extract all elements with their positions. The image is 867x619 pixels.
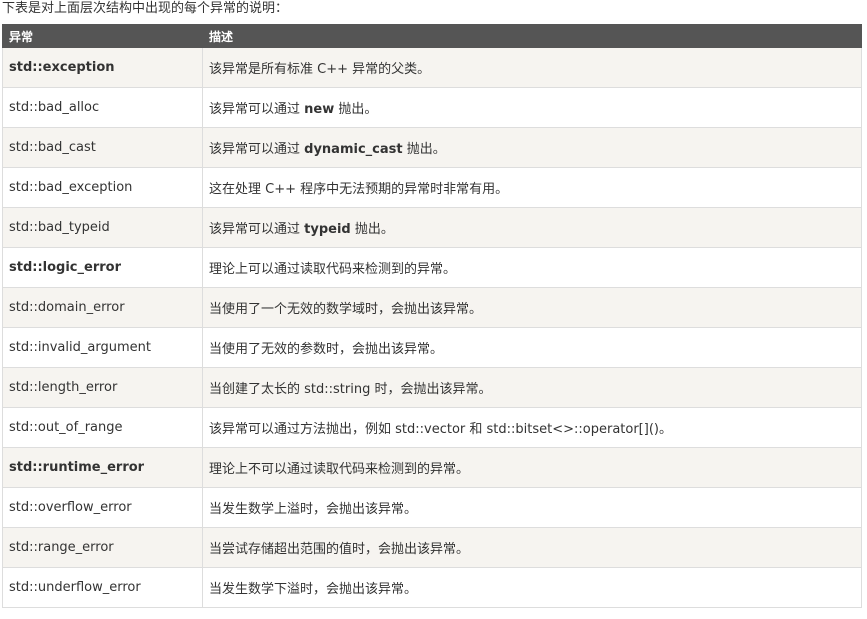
exception-name: std::bad_cast <box>9 140 96 155</box>
description-text: 当尝试存储超出范围的值时，会抛出该异常。 <box>209 542 470 557</box>
exception-name: std::bad_exception <box>9 180 133 195</box>
exception-description-cell: 当发生数学上溢时，会抛出该异常。 <box>202 487 862 528</box>
description-text: 该异常可以通过 <box>209 142 305 157</box>
exception-description-cell: 理论上可以通过读取代码来检测到的异常。 <box>202 247 862 288</box>
exception-name-cell: std::range_error <box>2 527 203 568</box>
header-description: 描述 <box>202 24 862 48</box>
exception-name: std::invalid_argument <box>9 340 151 355</box>
description-text: 该异常可以通过方法抛出，例如 std::vector 和 std::bitset… <box>209 422 672 437</box>
exception-name: std::domain_error <box>9 300 125 315</box>
description-text: 该异常可以通过 <box>209 102 305 117</box>
exception-name-cell: std::underflow_error <box>2 567 203 608</box>
table-body: std::exception 该异常是所有标准 C++ 异常的父类。std::ba… <box>2 47 862 608</box>
table-row: std::bad_alloc 该异常可以通过 new 抛出。 <box>2 87 862 128</box>
exception-name-cell: std::bad_exception <box>2 167 203 208</box>
exception-description-cell: 该异常可以通过 typeid 抛出。 <box>202 207 862 248</box>
table-row: std::range_error 当尝试存储超出范围的值时，会抛出该异常。 <box>2 527 862 568</box>
header-row: 异常 描述 <box>2 24 862 48</box>
exception-table: 异常 描述 std::exception 该异常是所有标准 C++ 异常的父类。 s… <box>2 24 862 608</box>
table-row: std::runtime_error 理论上不可以通过读取代码来检测到的异常。 <box>2 447 862 488</box>
description-text: 当使用了无效的参数时，会抛出该异常。 <box>209 342 444 357</box>
table-row: std::bad_cast 该异常可以通过 dynamic_cast 抛出。 <box>2 127 862 168</box>
exception-description-cell: 当发生数学下溢时，会抛出该异常。 <box>202 567 862 608</box>
exception-name: std::bad_typeid <box>9 220 110 235</box>
exception-description-cell: 当创建了太长的 std::string 时，会抛出该异常。 <box>202 367 862 408</box>
description-keyword: typeid <box>304 222 351 237</box>
exception-name-cell: std::bad_alloc <box>2 87 203 128</box>
table-header: 异常 描述 <box>2 24 862 48</box>
exception-name-cell: std::runtime_error <box>2 447 203 488</box>
exception-description-cell: 该异常可以通过 new 抛出。 <box>202 87 862 128</box>
description-keyword: new <box>304 102 335 117</box>
table-row: std::bad_typeid 该异常可以通过 typeid 抛出。 <box>2 207 862 248</box>
table-row: std::bad_exception 这在处理 C++ 程序中无法预期的异常时非常… <box>2 167 862 208</box>
exception-name-cell: std::exception <box>2 47 203 88</box>
exception-name-cell: std::length_error <box>2 367 203 408</box>
description-text-suffix: 抛出。 <box>350 222 394 237</box>
exception-name-cell: std::invalid_argument <box>2 327 203 368</box>
table-row: std::underflow_error 当发生数学下溢时，会抛出该异常。 <box>2 567 862 608</box>
exception-description-cell: 这在处理 C++ 程序中无法预期的异常时非常有用。 <box>202 167 862 208</box>
description-text-suffix: 抛出。 <box>402 142 446 157</box>
description-keyword: dynamic_cast <box>304 142 403 157</box>
description-text: 该异常是所有标准 C++ 异常的父类。 <box>209 62 431 77</box>
exception-description-cell: 该异常可以通过 dynamic_cast 抛出。 <box>202 127 862 168</box>
exception-description-cell: 当使用了无效的参数时，会抛出该异常。 <box>202 327 862 368</box>
table-row: std::out_of_range 该异常可以通过方法抛出，例如 std::vec… <box>2 407 862 448</box>
exception-description-cell: 理论上不可以通过读取代码来检测到的异常。 <box>202 447 862 488</box>
exception-name-cell: std::logic_error <box>2 247 203 288</box>
table-row: std::length_error 当创建了太长的 std::string 时，会… <box>2 367 862 408</box>
description-text: 理论上不可以通过读取代码来检测到的异常。 <box>209 462 470 477</box>
exception-name-cell: std::bad_typeid <box>2 207 203 248</box>
exception-name: std::out_of_range <box>9 420 123 435</box>
header-exception: 异常 <box>2 24 203 48</box>
intro-text: 下表是对上面层次结构中出现的每个异常的说明： <box>2 1 289 16</box>
description-text-suffix: 抛出。 <box>334 102 378 117</box>
exception-name-cell: std::out_of_range <box>2 407 203 448</box>
exception-name: std::length_error <box>9 380 118 395</box>
exception-name: std::bad_alloc <box>9 100 100 115</box>
description-text: 这在处理 C++ 程序中无法预期的异常时非常有用。 <box>209 182 509 197</box>
description-text: 当使用了一个无效的数学域时，会抛出该异常。 <box>209 302 483 317</box>
exception-name: std::range_error <box>9 540 114 555</box>
exception-name-cell: std::domain_error <box>2 287 203 328</box>
exception-description-cell: 当使用了一个无效的数学域时，会抛出该异常。 <box>202 287 862 328</box>
exception-name: std::overflow_error <box>9 500 132 515</box>
exception-name: std::underflow_error <box>9 580 141 595</box>
exception-name: std::logic_error <box>9 260 121 275</box>
table-row: std::overflow_error 当发生数学上溢时，会抛出该异常。 <box>2 487 862 528</box>
exception-name-cell: std::bad_cast <box>2 127 203 168</box>
table-row: std::logic_error 理论上可以通过读取代码来检测到的异常。 <box>2 247 862 288</box>
description-text: 当发生数学下溢时，会抛出该异常。 <box>209 582 418 597</box>
exception-name: std::exception <box>9 60 115 75</box>
exception-description-cell: 该异常可以通过方法抛出，例如 std::vector 和 std::bitset… <box>202 407 862 448</box>
description-text: 当发生数学上溢时，会抛出该异常。 <box>209 502 418 517</box>
table-row: std::domain_error 当使用了一个无效的数学域时，会抛出该异常。 <box>2 287 862 328</box>
exception-name-cell: std::overflow_error <box>2 487 203 528</box>
table-row: std::invalid_argument 当使用了无效的参数时，会抛出该异常。 <box>2 327 862 368</box>
description-text: 理论上可以通过读取代码来检测到的异常。 <box>209 262 457 277</box>
exception-description-cell: 当尝试存储超出范围的值时，会抛出该异常。 <box>202 527 862 568</box>
exception-description-cell: 该异常是所有标准 C++ 异常的父类。 <box>202 47 862 88</box>
table-row: std::exception 该异常是所有标准 C++ 异常的父类。 <box>2 47 862 88</box>
description-text: 该异常可以通过 <box>209 222 305 237</box>
exception-name: std::runtime_error <box>9 460 145 475</box>
description-text: 当创建了太长的 std::string 时，会抛出该异常。 <box>209 382 492 397</box>
